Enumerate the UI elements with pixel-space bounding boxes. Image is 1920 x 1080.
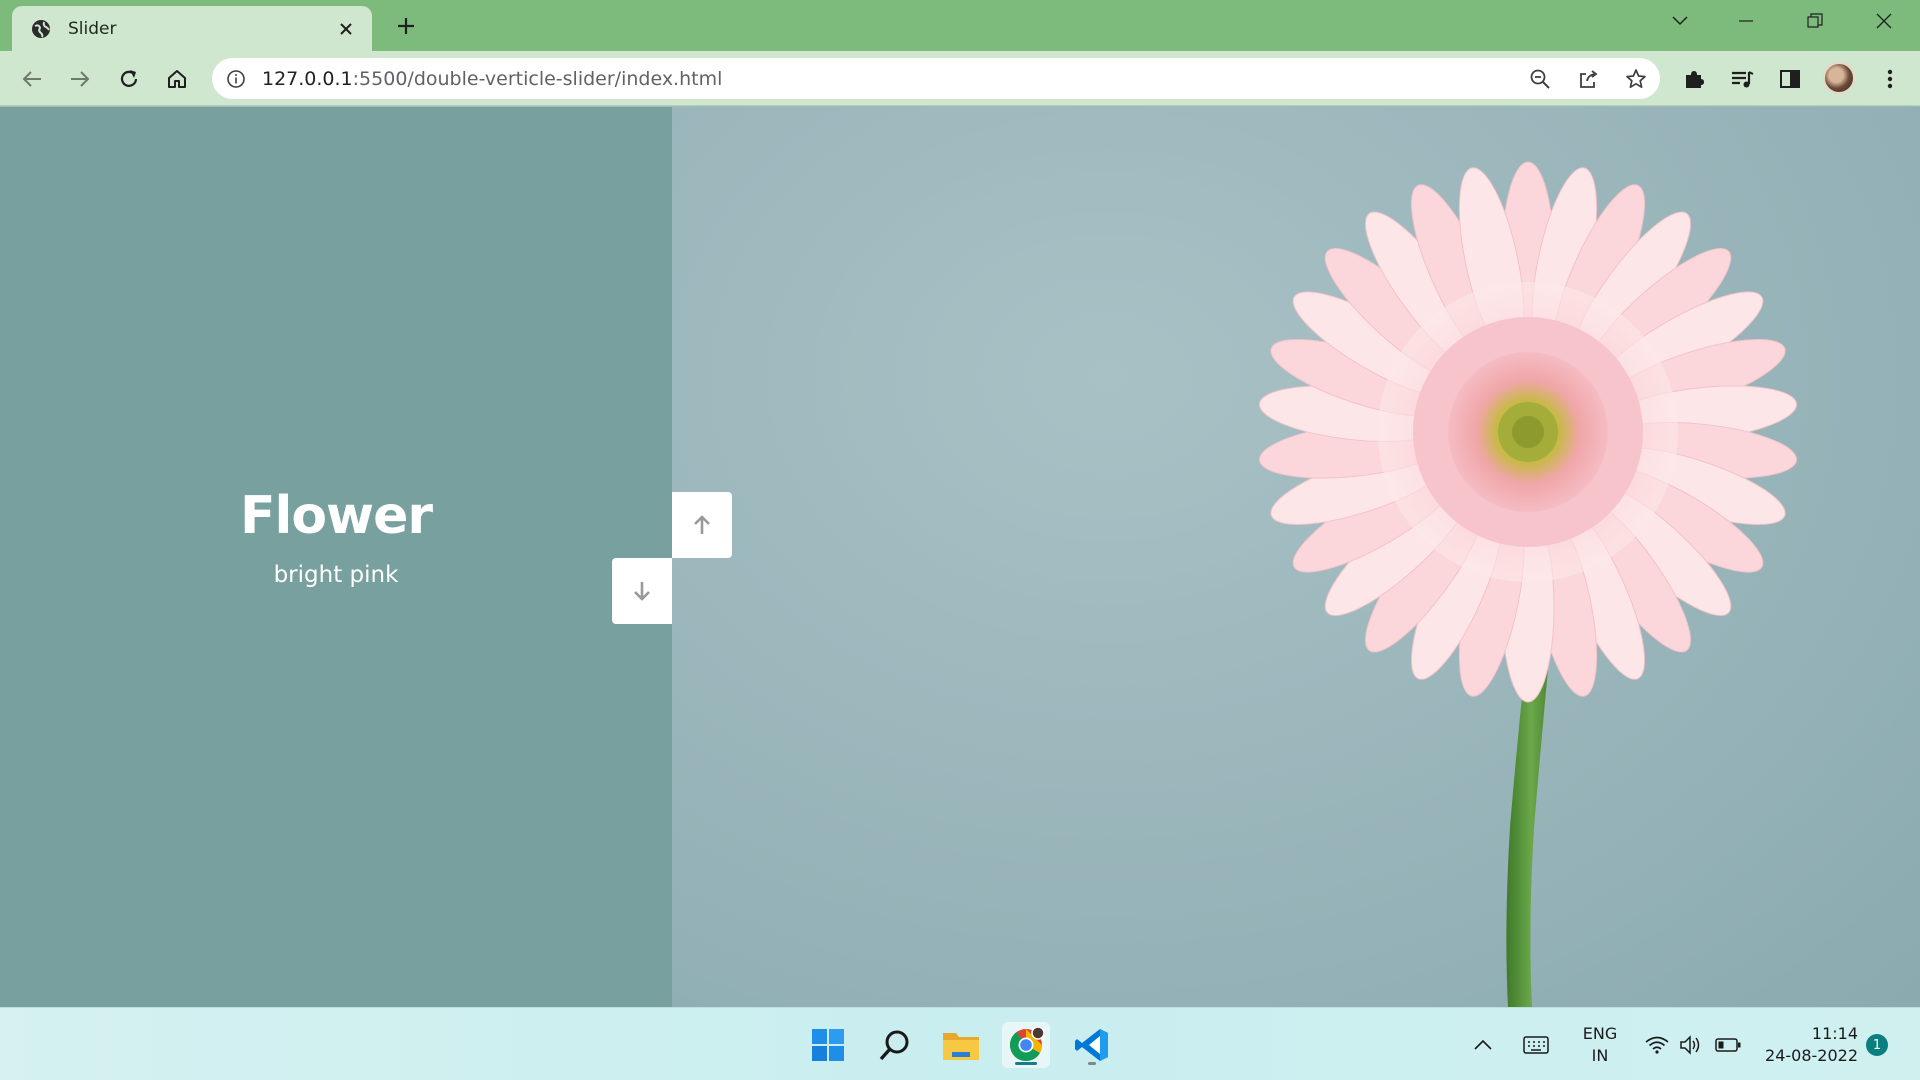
browser-tab-strip: Slider	[0, 0, 1920, 51]
arrow-up-icon	[694, 515, 710, 534]
windows-taskbar: ENG IN 11:14 24-08-2022	[0, 1007, 1920, 1080]
share-icon[interactable]	[1573, 64, 1603, 94]
clock[interactable]: 11:14 24-08-2022	[1752, 1008, 1858, 1080]
media-queue-icon[interactable]	[1726, 63, 1758, 95]
forward-button[interactable]	[64, 63, 96, 95]
clock-time: 11:14	[1811, 1023, 1858, 1043]
bookmark-star-icon[interactable]	[1621, 64, 1651, 94]
profile-avatar[interactable]	[1823, 62, 1855, 94]
pink-gerbera-flower-image	[1258, 161, 1798, 1007]
browser-toolbar: 127.0.0.1:5500/double-verticle-slider/in…	[0, 51, 1920, 106]
globe-icon	[30, 18, 52, 40]
extensions-puzzle-icon[interactable]	[1678, 63, 1710, 95]
chrome-icon[interactable]	[1002, 1022, 1050, 1068]
notification-badge[interactable]: 1	[1866, 1034, 1888, 1056]
slider-page: Flower bright pink	[0, 107, 1920, 1007]
search-icon[interactable]	[871, 1022, 919, 1068]
wifi-icon[interactable]	[1640, 1008, 1674, 1080]
tab-title: Slider	[68, 18, 117, 39]
touch-keyboard-icon[interactable]	[1520, 1008, 1552, 1080]
restore-button[interactable]	[1789, 0, 1841, 42]
reload-button[interactable]	[113, 63, 145, 95]
minimize-button[interactable]	[1720, 0, 1772, 42]
battery-icon[interactable]	[1710, 1008, 1746, 1080]
address-path: :5500/double-verticle-slider/index.html	[352, 67, 723, 90]
lang-line-2: IN	[1591, 1045, 1609, 1065]
windows-start-icon[interactable]	[804, 1022, 852, 1068]
close-window-button[interactable]	[1858, 0, 1910, 42]
slide-title: Flower	[239, 486, 433, 546]
slide-down-button[interactable]	[612, 558, 672, 624]
address-host: 127.0.0.1	[262, 67, 353, 90]
right-slide-image	[672, 107, 1920, 1007]
show-hidden-icons-chevron-icon[interactable]	[1468, 1008, 1498, 1080]
slide-subtitle: bright pink	[273, 562, 399, 588]
lang-line-1: ENG	[1582, 1023, 1618, 1043]
clock-date: 24-08-2022	[1765, 1045, 1858, 1065]
vscode-icon[interactable]	[1068, 1022, 1116, 1068]
arrow-down-icon	[634, 582, 650, 601]
volume-icon[interactable]	[1674, 1008, 1708, 1080]
side-panel-icon[interactable]	[1774, 63, 1806, 95]
left-slide-panel: Flower bright pink	[0, 107, 672, 1007]
active-app-indicator	[1015, 1062, 1037, 1065]
browser-menu-icon[interactable]	[1874, 63, 1906, 95]
home-button[interactable]	[161, 63, 193, 95]
tab-close-icon[interactable]	[334, 17, 358, 41]
zoom-icon[interactable]	[1525, 64, 1555, 94]
browser-tab[interactable]: Slider	[12, 6, 372, 51]
tab-search-chevron-icon[interactable]	[1654, 0, 1706, 42]
address-url: 127.0.0.1:5500/double-verticle-slider/in…	[262, 68, 722, 90]
back-button[interactable]	[16, 63, 48, 95]
file-explorer-icon[interactable]	[937, 1022, 985, 1068]
language-indicator[interactable]: ENG IN	[1572, 1008, 1628, 1080]
new-tab-button[interactable]	[392, 12, 420, 40]
running-app-indicator	[1088, 1062, 1096, 1065]
address-bar[interactable]: 127.0.0.1:5500/double-verticle-slider/in…	[212, 58, 1660, 99]
slide-up-button[interactable]	[672, 492, 732, 558]
site-info-icon[interactable]	[222, 65, 250, 93]
